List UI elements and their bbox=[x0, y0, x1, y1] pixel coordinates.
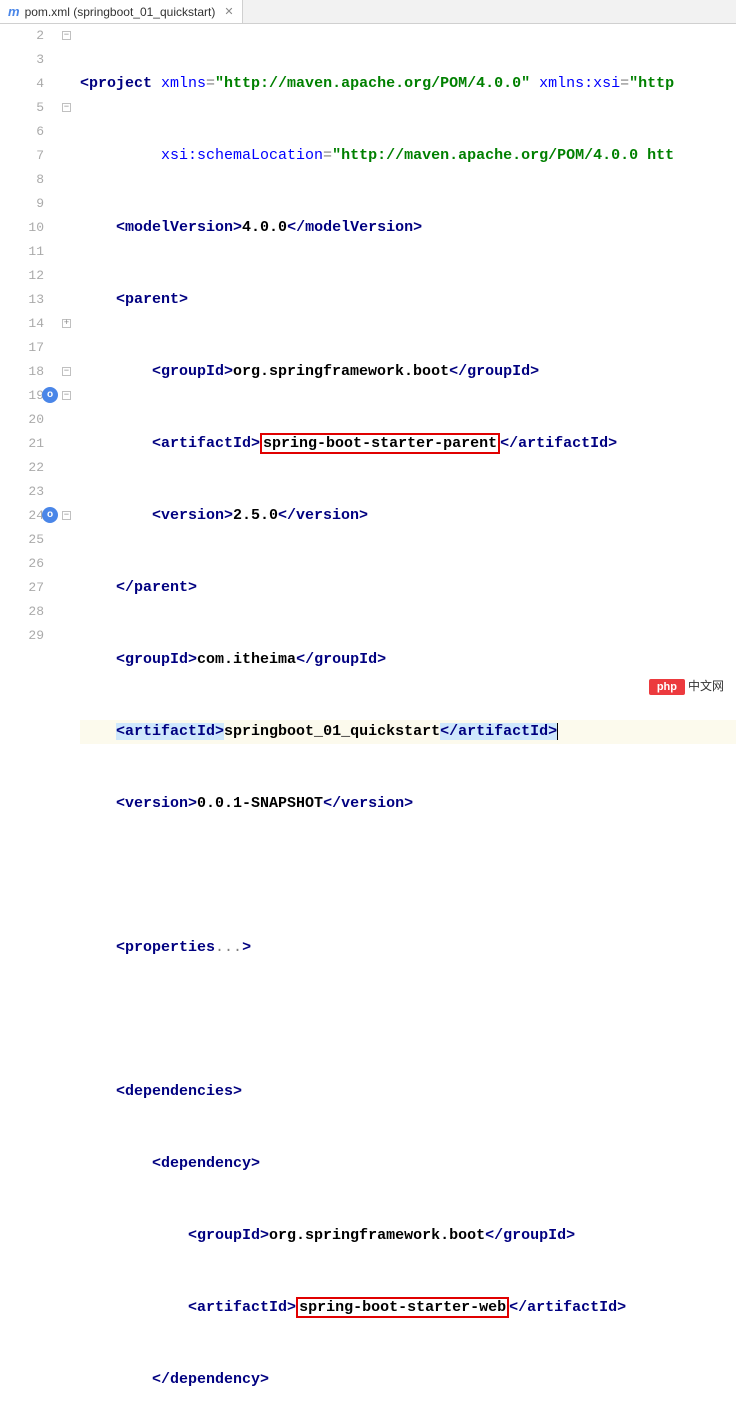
maven-icon: m bbox=[8, 4, 20, 19]
code-line: <parent> bbox=[80, 288, 736, 312]
code-line bbox=[80, 864, 736, 888]
override-gutter-icon[interactable]: o bbox=[42, 507, 58, 523]
tab-label: pom.xml (springboot_01_quickstart) bbox=[25, 5, 216, 19]
code-line: <groupId>org.springframework.boot</group… bbox=[80, 1224, 736, 1248]
highlight-box: spring-boot-starter-web bbox=[296, 1297, 509, 1318]
line-number-gutter: 2 3 4 5 6 7 8 9 10 11 12 13 14 17 18 19o… bbox=[0, 24, 60, 1416]
code-line: <project xmlns="http://maven.apache.org/… bbox=[80, 72, 736, 96]
code-line: <properties...> bbox=[80, 936, 736, 960]
code-line: </parent> bbox=[80, 576, 736, 600]
code-area[interactable]: <project xmlns="http://maven.apache.org/… bbox=[74, 24, 736, 1416]
fold-gutter: − − + − − − bbox=[60, 24, 74, 1416]
code-line: <dependency> bbox=[80, 1152, 736, 1176]
code-line: xsi:schemaLocation="http://maven.apache.… bbox=[80, 144, 736, 168]
code-line-current: <artifactId>springboot_01_quickstart</ar… bbox=[80, 720, 736, 744]
code-line: <version>2.5.0</version> bbox=[80, 504, 736, 528]
code-line: </dependency> bbox=[80, 1368, 736, 1392]
fold-icon[interactable]: − bbox=[62, 103, 71, 112]
fold-icon[interactable]: − bbox=[62, 31, 71, 40]
fold-icon[interactable]: − bbox=[62, 511, 71, 520]
fold-icon[interactable]: − bbox=[62, 391, 71, 400]
override-gutter-icon[interactable]: o bbox=[42, 387, 58, 403]
code-line: <groupId>com.itheima</groupId> bbox=[80, 648, 736, 672]
code-line: <modelVersion>4.0.0</modelVersion> bbox=[80, 216, 736, 240]
code-line: <version>0.0.1-SNAPSHOT</version> bbox=[80, 792, 736, 816]
close-icon[interactable]: ✕ bbox=[224, 5, 233, 18]
code-line: <groupId>org.springframework.boot</group… bbox=[80, 360, 736, 384]
code-line bbox=[80, 1008, 736, 1032]
code-editor[interactable]: 2 3 4 5 6 7 8 9 10 11 12 13 14 17 18 19o… bbox=[0, 24, 736, 1416]
text-cursor bbox=[557, 723, 558, 740]
tab-bar: m pom.xml (springboot_01_quickstart) ✕ bbox=[0, 0, 736, 24]
watermark: php中文网 bbox=[649, 677, 724, 694]
code-line: <dependencies> bbox=[80, 1080, 736, 1104]
editor-tab[interactable]: m pom.xml (springboot_01_quickstart) ✕ bbox=[0, 0, 243, 23]
fold-icon[interactable]: + bbox=[62, 319, 71, 328]
fold-icon[interactable]: − bbox=[62, 367, 71, 376]
code-line: <artifactId>spring-boot-starter-parent</… bbox=[80, 432, 736, 456]
highlight-box: spring-boot-starter-parent bbox=[260, 433, 500, 454]
code-line: <artifactId>spring-boot-starter-web</art… bbox=[80, 1296, 736, 1320]
